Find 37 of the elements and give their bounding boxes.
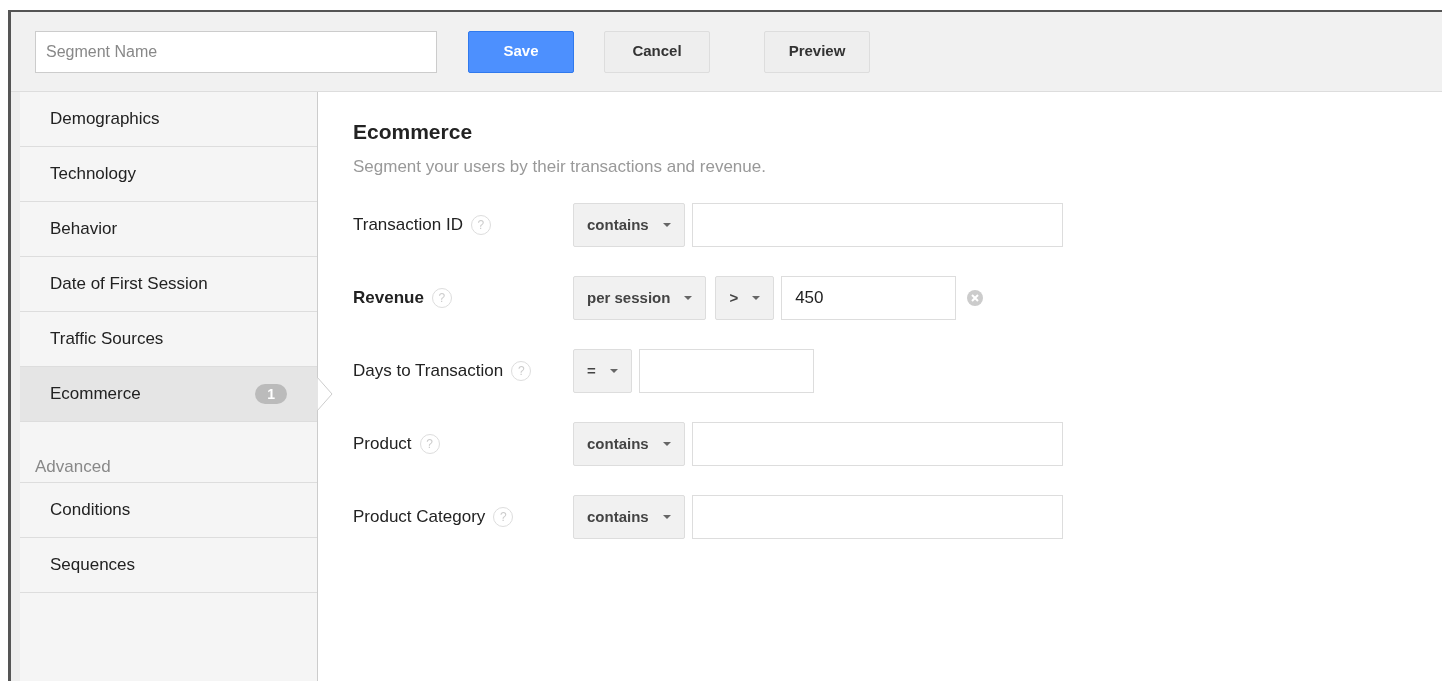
filter-label: Days to Transaction: [353, 360, 504, 383]
operator-dropdown[interactable]: >: [715, 276, 775, 320]
clear-icon[interactable]: [967, 290, 984, 306]
sidebar-item[interactable]: Conditions: [20, 482, 317, 538]
count-badge: 1: [255, 384, 287, 404]
value-field[interactable]: [691, 495, 1063, 539]
value-field[interactable]: [638, 349, 814, 393]
operator-dropdown[interactable]: per session: [573, 276, 707, 320]
sidebar-item[interactable]: Demographics: [20, 92, 317, 147]
value-field[interactable]: [691, 422, 1063, 466]
caret-icon: [662, 442, 671, 446]
sidebar-item[interactable]: Sequences: [20, 537, 317, 593]
value-field[interactable]: [691, 203, 1063, 247]
toolbar-button[interactable]: Cancel: [604, 30, 710, 73]
caret-icon: [609, 369, 618, 373]
sidebar-item[interactable]: Date of First Session: [20, 257, 317, 312]
sidebar-item[interactable]: Technology: [20, 147, 317, 202]
operator-dropdown[interactable]: =: [573, 349, 632, 393]
value-field[interactable]: 450: [781, 276, 957, 320]
caret-icon: [752, 296, 761, 300]
operator-dropdown[interactable]: contains: [573, 422, 685, 466]
segment-name-field[interactable]: Segment Name: [35, 30, 437, 73]
caret-icon: [684, 296, 693, 300]
caret-icon: [662, 223, 671, 227]
section-heading: Advanced: [34, 456, 112, 478]
toolbar-button[interactable]: Preview: [764, 30, 870, 73]
filter-label: Revenue: [353, 287, 424, 310]
section-subtitle: Segment your users by their transactions and revenue.: [353, 155, 767, 178]
filter-label: Product: [353, 433, 412, 456]
filter-label: Product Category: [353, 506, 486, 529]
operator-dropdown[interactable]: contains: [573, 495, 685, 539]
sidebar-item[interactable]: Behavior: [20, 202, 317, 257]
filter-label: Transaction ID: [353, 214, 463, 237]
sidebar-item[interactable]: Ecommerce 1: [20, 367, 317, 422]
operator-dropdown[interactable]: contains: [573, 203, 685, 247]
caret-icon: [662, 515, 671, 519]
section-title: Ecommerce: [353, 119, 474, 145]
